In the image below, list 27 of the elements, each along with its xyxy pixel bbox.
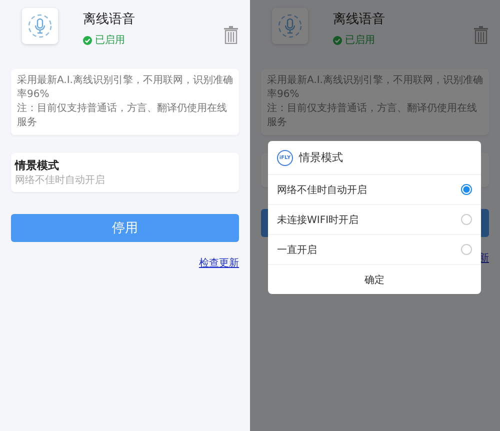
info-text: 注：目前仅支持普通话，方言、翻译仍使用在线服务	[267, 102, 478, 130]
confirm-button[interactable]: 确定	[268, 265, 481, 294]
radio-button[interactable]	[461, 244, 472, 255]
title: 离线语音	[333, 11, 386, 28]
trash-icon[interactable]	[474, 26, 488, 44]
status-text: 已启用	[345, 34, 375, 47]
info-text: 采用最新A.I.离线识别引擎，不用联网，识别准确率96%	[267, 74, 483, 102]
check-icon	[333, 36, 342, 44]
mic-icon	[272, 8, 308, 44]
check-update-link[interactable]: 检查更新	[199, 256, 239, 270]
title: 离线语音	[83, 11, 136, 28]
info-text: 采用最新A.I.离线识别引擎，不用联网，识别准确率96%	[17, 74, 233, 102]
radio-button[interactable]	[461, 184, 472, 195]
option-label: 一直开启	[277, 244, 317, 256]
option-label: 网络不佳时自动开启	[277, 184, 367, 196]
dialog-title: 情景模式	[299, 150, 343, 165]
mic-icon	[22, 8, 58, 44]
radio-button[interactable]	[461, 214, 472, 225]
option-label: 未连接WIFI时开启	[277, 214, 359, 226]
option-row[interactable]: 一直开启	[268, 235, 481, 265]
scene-mode-card[interactable]: 情景模式 网络不佳时自动开启	[11, 153, 239, 192]
trash-icon[interactable]	[224, 26, 238, 44]
info-text: 注：目前仅支持普通话，方言、翻译仍使用在线服务	[17, 102, 228, 130]
status-text: 已启用	[95, 34, 125, 47]
option-row[interactable]: 网络不佳时自动开启	[268, 175, 481, 205]
check-icon	[83, 36, 92, 44]
option-row[interactable]: 未连接WIFI时开启	[268, 205, 481, 235]
